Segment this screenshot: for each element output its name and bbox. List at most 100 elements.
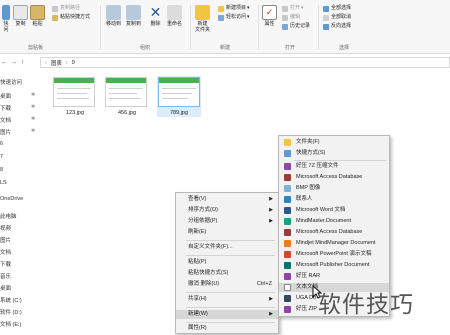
nav-item[interactable]: 下载 bbox=[0, 104, 11, 112]
pin-quick-access-button[interactable]: 快 问 bbox=[2, 5, 10, 33]
submenu-item-label: 好压 7Z 压缩文件 bbox=[296, 163, 339, 169]
menu-item-paste[interactable]: 粘贴(P) bbox=[176, 258, 278, 267]
thumbnail-line bbox=[57, 93, 87, 94]
paste-button[interactable]: 粘贴 bbox=[30, 5, 45, 27]
menu-item-sort-by[interactable]: 排序方式(O) ▶ bbox=[176, 206, 278, 215]
shortcut-icon bbox=[284, 150, 291, 157]
breadcrumb-item[interactable]: 图表 bbox=[51, 59, 62, 67]
menu-separator bbox=[186, 255, 275, 256]
nav-item[interactable]: OneDrive bbox=[0, 196, 23, 202]
copy-path-button[interactable]: 复制路径 bbox=[52, 5, 80, 12]
open-button[interactable]: 打开 ▾ bbox=[282, 5, 304, 12]
submenu-item-rar[interactable]: 好压 RAR bbox=[279, 272, 389, 281]
history-button[interactable]: 历史记录 bbox=[282, 23, 310, 30]
submenu-item-access-database[interactable]: Microsoft Access Database bbox=[279, 173, 389, 182]
menu-item-properties[interactable]: 属性(R) bbox=[176, 324, 278, 333]
navigation-pane: 快速访问 桌面 ✱ 下载 ✱ 文档 ✱ 图片 ✱ 6 7 8 LS OneDri… bbox=[0, 72, 37, 335]
thumbnail-header bbox=[106, 78, 146, 83]
submenu-item-mindmaster[interactable]: MindMaster.Document bbox=[279, 217, 389, 226]
nav-item[interactable]: 快速访问 bbox=[0, 78, 22, 86]
select-all-icon bbox=[323, 5, 329, 12]
invert-selection-button[interactable]: 反向选择 bbox=[323, 23, 351, 30]
address-bar[interactable]: › 图表 › 9 bbox=[40, 57, 450, 68]
easy-access-button[interactable]: 轻松访问 ▾ bbox=[218, 14, 250, 21]
submenu-item-access-database-2[interactable]: Microsoft Access Database bbox=[279, 228, 389, 237]
publisher-icon bbox=[284, 262, 291, 269]
menu-item-refresh[interactable]: 刷新(E) bbox=[176, 228, 278, 237]
organize-group-label: 组织 bbox=[140, 45, 151, 51]
menu-item-new[interactable]: 新建(W) ▶ bbox=[176, 310, 278, 319]
file-item[interactable]: 789.jpg bbox=[157, 76, 201, 117]
easy-access-icon bbox=[218, 14, 224, 21]
mindmaster-icon bbox=[284, 218, 291, 225]
delete-button[interactable]: ✕ 删除 bbox=[148, 5, 163, 27]
submenu-item-folder[interactable]: 文件夹(F) bbox=[279, 138, 389, 147]
up-icon[interactable]: ↑ bbox=[18, 59, 27, 66]
submenu-item-shortcut[interactable]: 快捷方式(S) bbox=[279, 149, 389, 158]
nav-item[interactable]: 桌面 bbox=[0, 284, 11, 292]
nav-item[interactable]: 桌面 bbox=[0, 92, 11, 100]
menu-separator bbox=[186, 240, 275, 241]
back-icon[interactable]: ← bbox=[0, 59, 9, 66]
rename-button[interactable]: 重命名 bbox=[167, 5, 182, 27]
select-all-button[interactable]: 全部选择 bbox=[323, 5, 351, 12]
file-item[interactable]: 123.jpg bbox=[53, 77, 97, 116]
menu-item-view[interactable]: 查看(V) ▶ bbox=[176, 195, 278, 204]
select-group-label: 选择 bbox=[339, 45, 350, 51]
contact-icon bbox=[284, 196, 291, 203]
edit-button[interactable]: 编辑 bbox=[282, 14, 300, 21]
new-folder-button[interactable]: 新建 文件夹 bbox=[195, 5, 210, 33]
paste-shortcut-icon bbox=[52, 14, 58, 21]
nav-item[interactable]: 图片 bbox=[0, 236, 11, 244]
ribbon-divider bbox=[258, 5, 259, 49]
nav-item[interactable]: 系统 (C:) bbox=[0, 296, 22, 304]
submenu-item-powerpoint[interactable]: Microsoft PowerPoint 演示文稿 bbox=[279, 250, 389, 259]
nav-item[interactable]: 此电脑 bbox=[0, 212, 17, 220]
forward-icon[interactable]: → bbox=[9, 59, 18, 66]
menu-item-paste-shortcut[interactable]: 粘贴快捷方式(S) bbox=[176, 269, 278, 278]
nav-item[interactable]: 下载 bbox=[0, 260, 11, 268]
new-item-button[interactable]: 新建项目 ▾ bbox=[218, 5, 250, 12]
menu-item-undo-delete[interactable]: 撤消 删除(U) Ctrl+Z bbox=[176, 280, 278, 289]
menu-item-customize-folder[interactable]: 自定义文件夹(F)... bbox=[176, 243, 278, 252]
nav-item[interactable]: 文档 (E:) bbox=[0, 320, 21, 328]
easy-access-label: 轻松访问 bbox=[226, 14, 247, 20]
nav-item[interactable]: 8 bbox=[0, 167, 3, 173]
move-to-button[interactable]: 移动到 bbox=[106, 5, 121, 27]
nav-item[interactable]: 文档 bbox=[0, 116, 11, 124]
submenu-item-publisher[interactable]: Microsoft Publisher Document bbox=[279, 261, 389, 270]
nav-item[interactable]: 6 bbox=[0, 141, 3, 147]
copy-path-icon bbox=[52, 5, 58, 12]
select-none-button[interactable]: 全部取消 bbox=[323, 14, 351, 21]
submenu-item-7z[interactable]: 好压 7Z 压缩文件 bbox=[279, 162, 389, 171]
paste-shortcut-button[interactable]: 粘贴快捷方式 bbox=[52, 14, 90, 21]
submenu-item-mindjet[interactable]: Mindjet MindManager Document bbox=[279, 239, 389, 248]
nav-item[interactable]: 视频 bbox=[0, 224, 11, 232]
nav-item[interactable]: 软件 (D:) bbox=[0, 308, 22, 316]
copy-button[interactable]: 复制 bbox=[13, 5, 28, 27]
nav-item[interactable]: 7 bbox=[0, 154, 3, 160]
breadcrumb-item[interactable]: 9 bbox=[72, 60, 75, 66]
paste-label: 粘贴 bbox=[32, 21, 43, 27]
thumbnail-line bbox=[109, 98, 141, 99]
menu-item-label: 粘贴(P) bbox=[188, 259, 207, 265]
rename-label: 重命名 bbox=[167, 21, 183, 27]
menu-item-label: 粘贴快捷方式(S) bbox=[188, 270, 229, 276]
nav-item[interactable]: LS bbox=[0, 180, 7, 186]
menu-item-share[interactable]: 共享(H) ▶ bbox=[176, 295, 278, 304]
submenu-item-contact[interactable]: 联系人 bbox=[279, 195, 389, 204]
submenu-item-bmp[interactable]: BMP 图像 bbox=[279, 184, 389, 193]
menu-item-group-by[interactable]: 分组依据(P) ▶ bbox=[176, 217, 278, 226]
nav-item[interactable]: 图片 bbox=[0, 128, 11, 136]
file-thumbnail bbox=[158, 77, 200, 107]
file-item[interactable]: 456.jpg bbox=[105, 77, 149, 116]
copy-to-button[interactable]: 复制到 bbox=[126, 5, 141, 27]
open-group: ✓ 属性 打开 ▾ 编辑 历史记录 打开 bbox=[261, 2, 315, 52]
nav-item[interactable]: 文档 bbox=[0, 248, 11, 256]
submenu-item-word[interactable]: Microsoft Word 文档 bbox=[279, 206, 389, 215]
menu-item-label: 分组依据(P) bbox=[188, 218, 218, 224]
nav-item[interactable]: 音乐 bbox=[0, 272, 11, 280]
properties-button[interactable]: ✓ 属性 bbox=[262, 5, 277, 27]
submenu-item-label: 文件夹(F) bbox=[296, 139, 320, 145]
menu-item-label: 属性(R) bbox=[188, 325, 207, 331]
